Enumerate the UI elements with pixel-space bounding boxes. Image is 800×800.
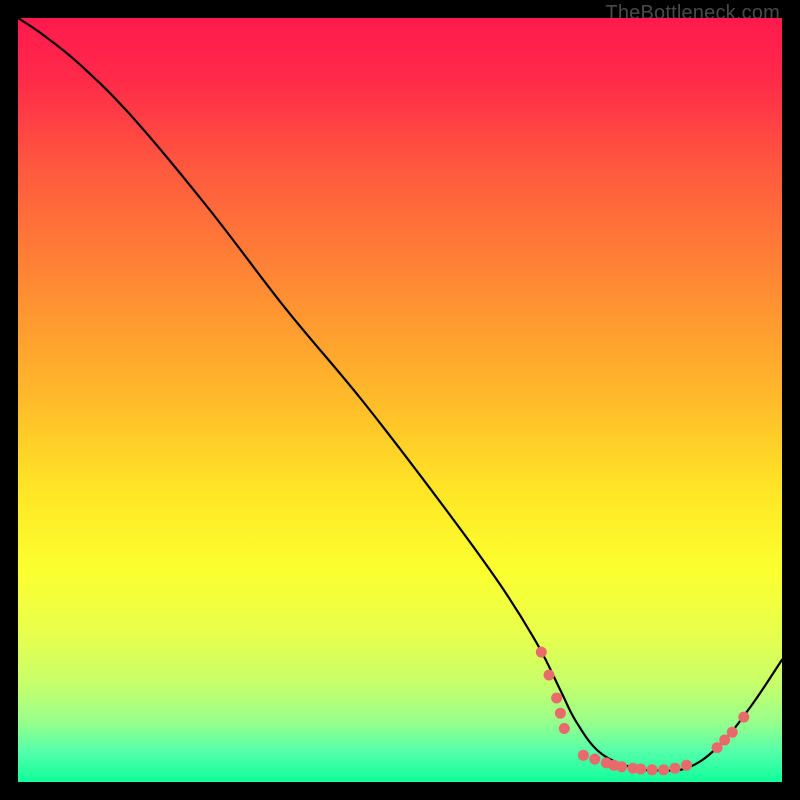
- data-dot: [658, 764, 669, 775]
- data-dot: [555, 708, 566, 719]
- data-dot: [681, 760, 692, 771]
- data-dot: [544, 670, 555, 681]
- data-dot: [616, 761, 627, 772]
- data-dot: [635, 764, 646, 775]
- data-dot: [738, 712, 749, 723]
- bottleneck-curve: [18, 18, 782, 771]
- data-dot: [551, 693, 562, 704]
- data-dot: [670, 763, 681, 774]
- data-dot: [647, 764, 658, 775]
- data-dot: [578, 750, 589, 761]
- chart-svg: [18, 18, 782, 782]
- plot-area: [18, 18, 782, 782]
- data-dot: [559, 723, 570, 734]
- data-dot: [589, 754, 600, 765]
- data-dot: [536, 647, 547, 658]
- data-dot: [727, 727, 738, 738]
- data-dots: [536, 647, 750, 776]
- chart-container: TheBottleneck.com: [0, 0, 800, 800]
